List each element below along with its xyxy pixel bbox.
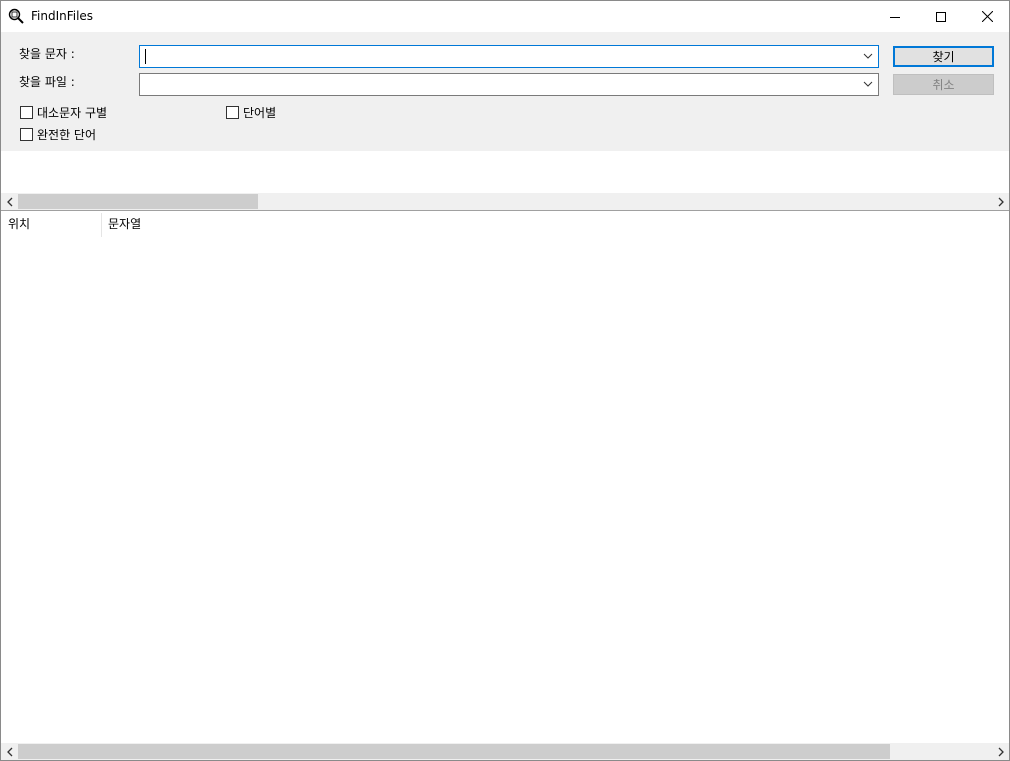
chevron-down-icon[interactable] (861, 49, 875, 63)
close-button[interactable] (964, 1, 1009, 32)
scroll-thumb[interactable] (18, 194, 258, 209)
chevron-left-icon (6, 197, 12, 206)
column-divider[interactable] (101, 213, 102, 237)
whole-word-label: 완전한 단어 (37, 128, 97, 142)
maximize-icon (936, 11, 946, 22)
chevron-down-icon[interactable] (861, 77, 875, 91)
word-by-word-checkbox[interactable]: 단어별 (226, 104, 276, 121)
checkbox-box[interactable] (20, 106, 33, 119)
find-text-combobox[interactable] (139, 45, 879, 68)
title-bar[interactable]: FindInFiles (1, 1, 1009, 32)
match-case-label: 대소문자 구별 (37, 106, 108, 120)
checkbox-box[interactable] (20, 128, 33, 141)
chevron-right-icon (998, 747, 1004, 756)
window-title: FindInFiles (31, 9, 94, 23)
chevron-right-icon (998, 197, 1004, 206)
maximize-button[interactable] (918, 1, 964, 32)
find-files-combobox[interactable] (139, 73, 879, 96)
cancel-button[interactable]: 취소 (893, 74, 994, 95)
pane-separator (1, 210, 1009, 211)
scroll-left-button[interactable] (1, 193, 18, 210)
scroll-left-button[interactable] (1, 743, 18, 760)
scroll-right-button[interactable] (992, 193, 1009, 210)
options-panel: 찾을 문자 : 찾기 찾을 파일 : 취소 대소문자 구별 단어별 완전한 단어 (1, 32, 1009, 151)
magnifier-icon (8, 8, 24, 24)
column-header-string[interactable]: 문자열 (108, 215, 141, 232)
app-window: FindInFiles 찾을 문자 : 찾기 찾을 파일 : 취소 대소문자 구… (0, 0, 1010, 761)
find-text-label: 찾을 문자 : (19, 47, 75, 61)
whole-word-checkbox[interactable]: 완전한 단어 (20, 126, 96, 143)
top-horizontal-scrollbar[interactable] (1, 193, 1009, 210)
results-horizontal-scrollbar[interactable] (1, 743, 1009, 760)
checkbox-box[interactable] (226, 106, 239, 119)
column-header-location[interactable]: 위치 (8, 215, 30, 232)
minimize-button[interactable] (872, 1, 918, 32)
chevron-left-icon (6, 747, 12, 756)
match-case-checkbox[interactable]: 대소문자 구별 (20, 104, 107, 121)
scroll-right-button[interactable] (992, 743, 1009, 760)
scroll-thumb[interactable] (18, 744, 890, 759)
find-files-label: 찾을 파일 : (19, 75, 75, 89)
minimize-icon (890, 16, 900, 18)
word-by-word-label: 단어별 (243, 106, 277, 120)
close-icon (981, 11, 993, 22)
find-button[interactable]: 찾기 (893, 46, 994, 67)
text-caret (145, 49, 146, 64)
